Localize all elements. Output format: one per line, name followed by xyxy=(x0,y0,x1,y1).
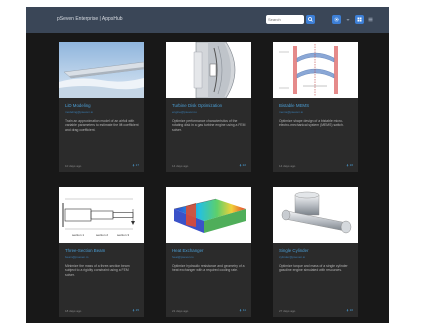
grid-view-icon xyxy=(357,17,362,22)
card-count-value: 10 xyxy=(349,308,353,312)
search-icon xyxy=(308,17,313,22)
card-description: Minimize the mass of a three-section bea… xyxy=(65,264,130,277)
list-view-button[interactable] xyxy=(366,15,375,24)
card-runs-count: 16 xyxy=(346,163,353,167)
rocket-icon xyxy=(346,163,349,167)
card-count-value: 16 xyxy=(349,163,353,167)
card-count-value: 22 xyxy=(242,163,246,167)
app-card[interactable]: Single Cylinder cylinder@pseven.io Optim… xyxy=(273,187,358,317)
top-bar: pSeven Enterprise | AppsHub xyxy=(26,7,389,33)
app-card[interactable]: Heat Exchanger heat@pseven.io Optimize h… xyxy=(166,187,251,317)
beam-section-label: section 1 xyxy=(72,233,84,237)
card-timestamp: 14 days ago xyxy=(279,164,296,168)
card-author-link[interactable]: beam@pseven.io xyxy=(65,255,88,259)
card-count-value: 15 xyxy=(135,308,139,312)
card-title[interactable]: Single Cylinder xyxy=(279,248,309,253)
app-title: pSeven Enterprise | AppsHub xyxy=(57,16,123,22)
card-runs-count: 10 xyxy=(346,308,353,312)
card-author-link[interactable]: mems@pseven.io xyxy=(279,110,303,114)
beam-section-label: section 2 xyxy=(96,233,108,237)
search-button[interactable] xyxy=(306,15,315,24)
settings-dropdown-button[interactable] xyxy=(343,15,352,24)
card-title[interactable]: LiD Modeling xyxy=(65,103,91,108)
card-title[interactable]: Three-Section Beam xyxy=(65,248,105,253)
card-title[interactable]: Bistable MEMS xyxy=(279,103,309,108)
card-timestamp: 14 days ago xyxy=(172,164,189,168)
card-author-link[interactable]: cylinder@pseven.io xyxy=(279,255,305,259)
card-runs-count: 15 xyxy=(132,308,139,312)
grid-view-button[interactable] xyxy=(355,15,364,24)
settings-button[interactable] xyxy=(332,15,341,24)
rocket-icon xyxy=(132,308,135,312)
rocket-icon xyxy=(239,308,242,312)
card-title[interactable]: Turbine Disk Optimization xyxy=(172,103,222,108)
airplane-wing-image xyxy=(59,42,144,98)
crankshaft-image xyxy=(273,187,358,243)
mems-switch-image xyxy=(273,42,358,98)
card-count-value: 11 xyxy=(242,308,246,312)
card-author-link[interactable]: heat@pseven.io xyxy=(172,255,194,259)
card-description: Optimize torque and mass of a single cyl… xyxy=(279,264,348,273)
card-author-link[interactable]: modeling@pseven.io xyxy=(65,110,93,114)
rocket-icon xyxy=(239,163,242,167)
beam-diagram-image: section 1 section 2 section 3 xyxy=(59,187,144,243)
card-timestamp: 27 days ago xyxy=(279,309,296,313)
list-view-icon xyxy=(368,17,373,22)
card-description: Train an approximation model of an airfo… xyxy=(65,119,139,132)
card-runs-count: 17 xyxy=(132,163,139,167)
app-card[interactable]: section 1 section 2 section 3 Three-Sect… xyxy=(59,187,144,317)
turbine-disk-image xyxy=(166,42,251,98)
rocket-icon xyxy=(346,308,349,312)
card-timestamp: 18 days ago xyxy=(65,309,82,313)
caret-down-icon xyxy=(345,18,350,21)
gear-icon xyxy=(334,17,339,22)
card-timestamp: 10 days ago xyxy=(65,164,82,168)
card-author-link[interactable]: engine@pseven.io xyxy=(172,110,197,114)
search-input[interactable] xyxy=(266,15,304,24)
heat-exchanger-image xyxy=(166,187,251,243)
app-card[interactable]: Bistable MEMS mems@pseven.io Optimize sh… xyxy=(273,42,358,172)
app-card[interactable]: LiD Modeling modeling@pseven.io Train an… xyxy=(59,42,144,172)
app-window: pSeven Enterprise | AppsHub Search LiD M… xyxy=(26,7,389,323)
card-description: Optimize shape design of a bistable micr… xyxy=(279,119,344,128)
card-description: Optimize performance characteristics of … xyxy=(172,119,246,132)
card-description: Optimize hydraulic resistance and geomet… xyxy=(172,264,245,273)
card-timestamp: 21 days ago xyxy=(172,309,189,313)
rocket-icon xyxy=(132,163,135,167)
card-count-value: 17 xyxy=(135,163,139,167)
app-card[interactable]: Turbine Disk Optimization engine@pseven.… xyxy=(166,42,251,172)
beam-section-label: section 3 xyxy=(117,233,129,237)
card-runs-count: 11 xyxy=(239,308,246,312)
card-title[interactable]: Heat Exchanger xyxy=(172,248,204,253)
card-runs-count: 22 xyxy=(239,163,246,167)
